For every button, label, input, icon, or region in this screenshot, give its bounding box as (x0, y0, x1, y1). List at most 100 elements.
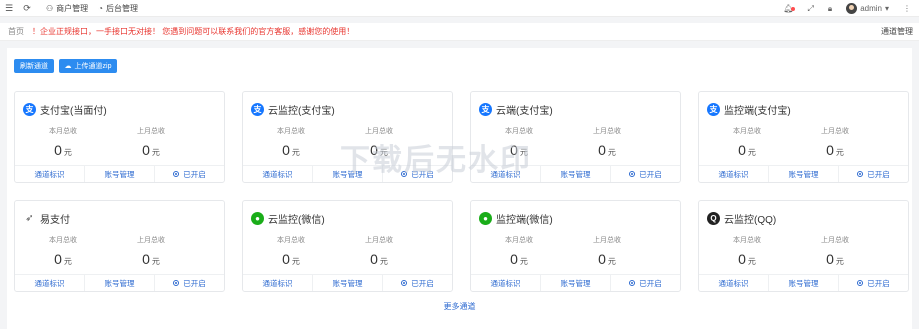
enabled-toggle[interactable]: 已开启 (839, 275, 908, 291)
card-title-text: 监控端(微信) (496, 215, 553, 226)
lock-icon[interactable]: 🔒︎ (828, 4, 832, 14)
stat-unit: 元 (835, 148, 844, 157)
nav-backend-label: 后台管理 (106, 3, 139, 13)
enabled-toggle[interactable]: 已开启 (839, 166, 908, 182)
enabled-toggle[interactable]: 已开启 (155, 275, 224, 291)
enabled-toggle[interactable]: 已开启 (611, 275, 680, 291)
bell-icon[interactable]: 🔔︎ (783, 4, 795, 13)
stat-value: 0 (142, 142, 150, 158)
enabled-toggle[interactable]: 已开启 (611, 166, 680, 182)
stat-unit: 元 (747, 257, 756, 266)
wechat-icon: ● (479, 212, 492, 225)
stat-unit: 元 (151, 148, 160, 157)
card-title-text: 易支付 (40, 215, 70, 226)
account-manage-link[interactable]: 账号管理 (85, 275, 155, 291)
stat-value: 0 (54, 251, 62, 267)
stat-current-month: 本月总收 0元 (251, 235, 331, 267)
card-title-text: 监控端(支付宝) (724, 106, 791, 117)
chevron-down-icon: ▾ (884, 4, 889, 13)
enabled-toggle[interactable]: 已开启 (155, 166, 224, 182)
channel-card: Q 云监控(QQ) 本月总收 0元 上月总收 0元 通道标识 账号管理 已开启 (698, 200, 909, 292)
card-title-text: 云监控(微信) (268, 215, 325, 226)
card-title-text: 云监控(QQ) (724, 215, 777, 226)
enabled-label: 已开启 (867, 169, 890, 179)
channel-card: ➶ 易支付 本月总收 0元 上月总收 0元 通道标识 账号管理 已开启 (14, 200, 225, 292)
breadcrumb-home[interactable]: 首页 (8, 26, 24, 37)
channel-id-link[interactable]: 通道标识 (15, 275, 85, 291)
radio-icon (857, 280, 864, 286)
radio-icon (401, 280, 408, 286)
channel-id-link[interactable]: 通道标识 (243, 166, 313, 182)
stat-current-month: 本月总收 0元 (707, 126, 787, 158)
notice-bar: 首页 ！企业正规接口，一手接口无对接！ 您遇到问题可以联系我们的官方客服，感谢您… (0, 23, 919, 41)
qq-icon: Q (707, 212, 720, 225)
tab-channel-management[interactable]: 通道管理 (881, 26, 913, 37)
enabled-label: 已开启 (183, 278, 206, 288)
account-manage-link[interactable]: 账号管理 (541, 275, 611, 291)
stat-unit: 元 (607, 148, 616, 157)
channel-id-link[interactable]: 通道标识 (699, 275, 769, 291)
user-menu[interactable]: admin ▾ (846, 3, 889, 14)
channel-id-link[interactable]: 通道标识 (15, 166, 85, 182)
stat-current-month: 本月总收 0元 (251, 126, 331, 158)
card-title: 支 云端(支付宝) (479, 102, 553, 117)
card-title: ● 监控端(微信) (479, 211, 553, 226)
top-bar: ☰ ⟳ ⚇ 商户管理 ◔ 后台管理 🔔︎ ⤢ 🔒︎ admin ▾ ⋮ (0, 0, 919, 17)
card-footer: 通道标识 账号管理 已开启 (15, 165, 224, 182)
stat-label: 本月总收 (733, 237, 761, 244)
channel-id-link[interactable]: 通道标识 (471, 275, 541, 291)
account-manage-link[interactable]: 账号管理 (85, 166, 155, 182)
alipay-icon: 支 (251, 103, 264, 116)
watermark: 下载后无水印 (340, 144, 532, 177)
more-channels-link[interactable]: 更多通道 (0, 301, 919, 312)
card-title-text: 云端(支付宝) (496, 106, 553, 117)
radio-icon (857, 171, 864, 177)
stat-value: 0 (282, 142, 290, 158)
alipay-icon: 支 (707, 103, 720, 116)
enabled-label: 已开启 (867, 278, 890, 288)
refresh-channels-button[interactable]: 刷新通道 (14, 59, 54, 73)
stat-unit: 元 (379, 257, 388, 266)
nav-backend[interactable]: ◔ 后台管理 (98, 3, 138, 14)
upload-zip-label: 上传通道zip (74, 63, 112, 70)
account-manage-link[interactable]: 账号管理 (541, 166, 611, 182)
fullscreen-icon[interactable]: ⤢ (808, 4, 814, 14)
stat-current-month: 本月总收 0元 (707, 235, 787, 267)
nav-merchant[interactable]: ⚇ 商户管理 (46, 3, 88, 14)
enabled-label: 已开启 (411, 278, 434, 288)
stat-label: 上月总收 (821, 128, 849, 135)
card-title: 支 监控端(支付宝) (707, 102, 791, 117)
stat-value: 0 (598, 142, 606, 158)
user-icon: ⚇ (46, 3, 54, 13)
radio-icon (173, 280, 180, 286)
stat-unit: 元 (607, 257, 616, 266)
radio-icon (173, 171, 180, 177)
stat-value: 0 (142, 251, 150, 267)
account-manage-link[interactable]: 账号管理 (769, 166, 839, 182)
alipay-icon: 支 (479, 103, 492, 116)
stat-label: 本月总收 (49, 237, 77, 244)
stat-unit: 元 (747, 148, 756, 157)
stat-last-month: 上月总收 0元 (567, 126, 647, 158)
menu-icon[interactable]: ☰ (0, 0, 18, 17)
stat-label: 本月总收 (277, 128, 305, 135)
channel-id-link[interactable]: 通道标识 (699, 166, 769, 182)
refresh-icon[interactable]: ⟳ (18, 0, 36, 17)
channel-id-link[interactable]: 通道标识 (243, 275, 313, 291)
stat-last-month: 上月总收 0元 (795, 126, 875, 158)
alipay-icon: 支 (23, 103, 36, 116)
enabled-toggle[interactable]: 已开启 (383, 275, 452, 291)
account-manage-link[interactable]: 账号管理 (313, 275, 383, 291)
stat-value: 0 (738, 251, 746, 267)
upload-zip-button[interactable]: ☁ 上传通道zip (59, 59, 117, 73)
stat-last-month: 上月总收 0元 (111, 235, 191, 267)
stat-label: 本月总收 (505, 237, 533, 244)
account-manage-link[interactable]: 账号管理 (769, 275, 839, 291)
card-footer: 通道标识 账号管理 已开启 (471, 274, 680, 291)
enabled-label: 已开启 (183, 169, 206, 179)
stat-value: 0 (370, 251, 378, 267)
stat-last-month: 上月总收 0元 (567, 235, 647, 267)
stat-current-month: 本月总收 0元 (23, 126, 103, 158)
more-icon[interactable]: ⋮ (903, 4, 911, 13)
stat-unit: 元 (63, 148, 72, 157)
